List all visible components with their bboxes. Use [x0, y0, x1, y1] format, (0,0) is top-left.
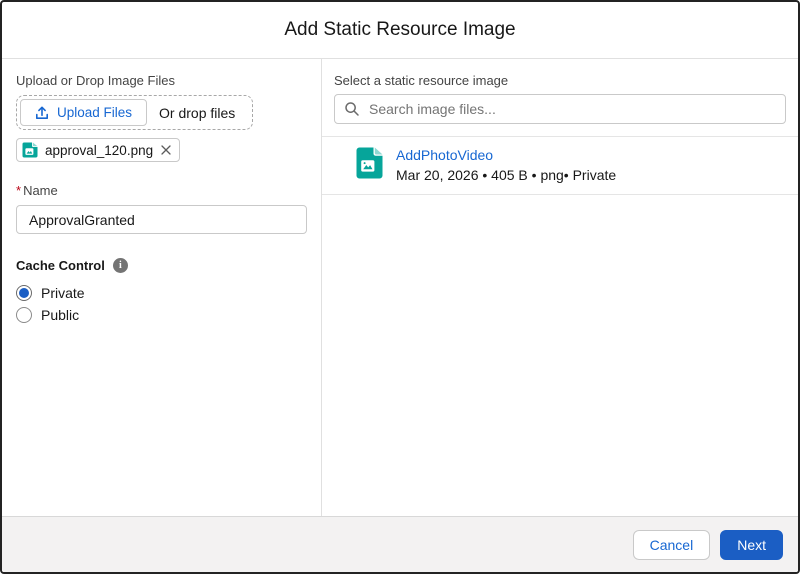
next-button[interactable]: Next	[720, 529, 783, 560]
cache-control-options: Private Public	[16, 285, 307, 323]
radio-label: Public	[41, 307, 80, 323]
select-resource-panel: Select a static resource image Search im…	[322, 59, 798, 516]
upload-files-button[interactable]: Upload Files	[20, 99, 148, 126]
required-asterisk: *	[16, 183, 22, 198]
radio-button[interactable]	[16, 307, 32, 323]
dialog-header: Add Static Resource Image	[2, 2, 798, 59]
close-icon	[160, 144, 172, 156]
radio-label: Private	[41, 285, 85, 301]
image-file-icon	[22, 142, 38, 158]
name-label: * Name	[16, 183, 58, 198]
radio-button[interactable]	[16, 285, 32, 301]
upload-files-label: Upload Files	[57, 105, 133, 120]
add-static-resource-dialog: Add Static Resource Image Upload or Drop…	[0, 0, 800, 574]
upload-panel: Upload or Drop Image Files Upload Files …	[2, 59, 322, 516]
cache-control-block: Cache Control i Private Public	[16, 258, 307, 323]
cancel-button[interactable]: Cancel	[632, 529, 711, 560]
search-input[interactable]	[334, 94, 786, 124]
uploaded-file-name: approval_120.png	[45, 142, 154, 158]
dialog-title: Add Static Resource Image	[284, 19, 516, 40]
dialog-body: Upload or Drop Image Files Upload Files …	[2, 59, 798, 516]
search-box	[334, 94, 786, 124]
resource-meta: Mar 20, 2026 • 405 B • png• Private	[396, 167, 617, 183]
remove-file-button[interactable]	[160, 144, 172, 156]
name-label-text: Name	[23, 183, 58, 198]
radio-option-private[interactable]: Private	[16, 285, 307, 301]
info-icon[interactable]: i	[112, 258, 128, 273]
upload-icon	[35, 106, 49, 120]
radio-option-public[interactable]: Public	[16, 307, 307, 323]
dialog-footer: Cancel Next	[2, 516, 798, 572]
cache-control-label: Cache Control	[16, 258, 105, 273]
name-field-block: * Name	[16, 182, 307, 234]
resource-list-item[interactable]: AddPhotoVideo Mar 20, 2026 • 405 B • png…	[322, 137, 798, 195]
resource-title-link[interactable]: AddPhotoVideo	[396, 147, 616, 163]
search-icon	[344, 101, 360, 122]
file-drop-zone[interactable]: Upload Files Or drop files	[16, 95, 254, 130]
drop-files-text: Or drop files	[159, 104, 236, 121]
uploaded-file-chip[interactable]: approval_120.png	[16, 138, 181, 162]
upload-section-label: Upload or Drop Image Files	[16, 73, 175, 88]
select-resource-label: Select a static resource image	[334, 73, 509, 88]
image-file-icon	[356, 147, 383, 179]
name-input[interactable]	[16, 205, 307, 234]
